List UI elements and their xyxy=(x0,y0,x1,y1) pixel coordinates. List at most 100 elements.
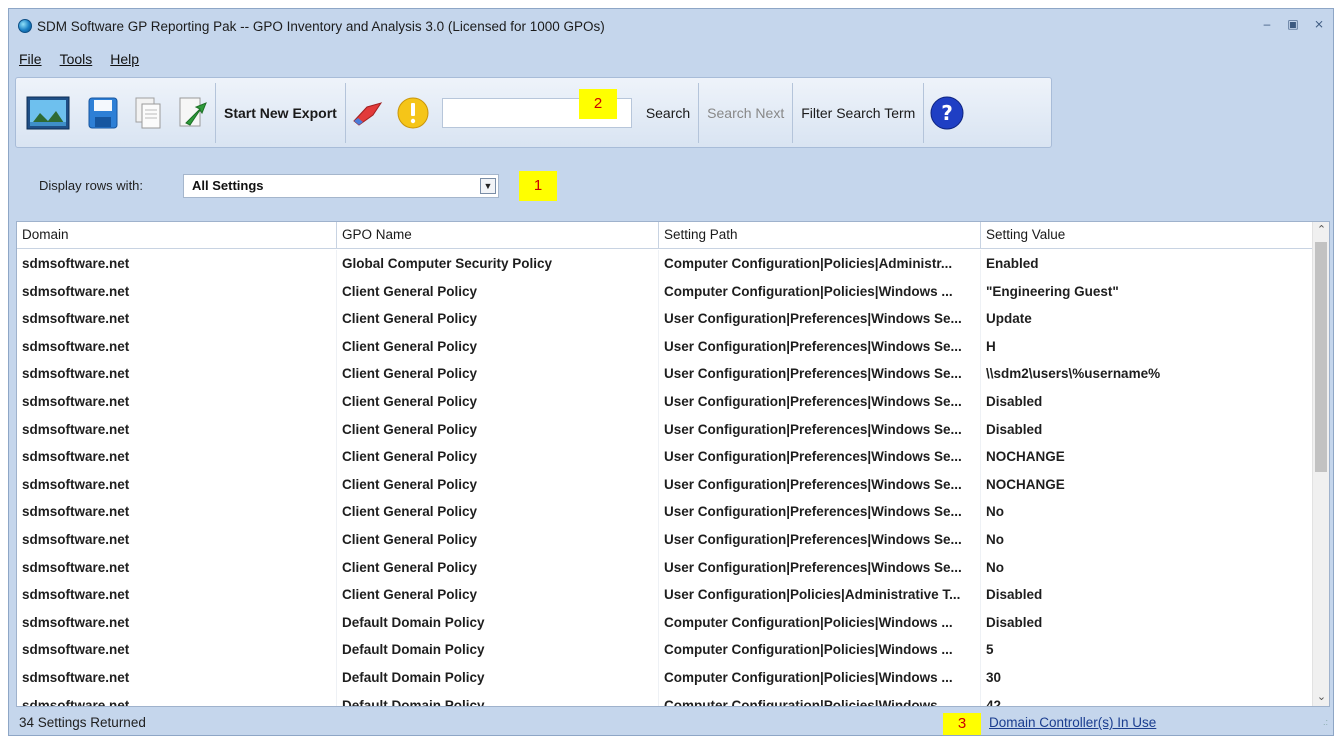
table-cell: User Configuration|Preferences|Windows S… xyxy=(659,305,981,333)
table-row[interactable]: sdmsoftware.net Client General Policy User… xyxy=(17,498,1313,526)
open-image-button[interactable] xyxy=(16,83,80,143)
svg-text:?: ? xyxy=(941,101,953,125)
export-arrow-icon xyxy=(179,97,207,126)
clear-button[interactable] xyxy=(346,83,391,143)
start-new-export-button[interactable]: Start New Export xyxy=(216,83,345,143)
table-cell: User Configuration|Preferences|Windows S… xyxy=(659,360,981,388)
scroll-thumb[interactable] xyxy=(1315,242,1327,472)
table-row[interactable]: sdmsoftware.net Client General Policy User… xyxy=(17,525,1313,554)
table-row[interactable]: sdmsoftware.net Client General Policy User… xyxy=(17,305,1313,333)
filter-row: Display rows with: All Settings ▼ xyxy=(9,169,1333,203)
annotation-marker-1: 1 xyxy=(519,171,557,201)
table-cell: sdmsoftware.net xyxy=(17,636,337,664)
save-button[interactable] xyxy=(80,83,125,143)
table-cell: sdmsoftware.net xyxy=(17,360,337,388)
table-row[interactable]: sdmsoftware.net Client General Policy User… xyxy=(17,387,1313,416)
table-cell: Client General Policy xyxy=(337,498,659,526)
grid-body: sdmsoftware.net Global Computer Security … xyxy=(17,250,1313,706)
table-cell: Client General Policy xyxy=(337,360,659,388)
table-cell: Default Domain Policy xyxy=(337,663,659,692)
column-header-setting-path[interactable]: Setting Path xyxy=(659,222,981,249)
copy-button[interactable] xyxy=(125,83,170,143)
warning-exclamation-icon xyxy=(397,97,429,128)
table-row[interactable]: sdmsoftware.net Client General Policy User… xyxy=(17,581,1313,609)
table-row[interactable]: sdmsoftware.net Client General Policy User… xyxy=(17,360,1313,388)
table-cell: \\sdm2\users\%username% xyxy=(981,360,1313,388)
table-cell: Computer Configuration|Policies|Windows … xyxy=(659,636,981,664)
table-cell: Disabled xyxy=(981,415,1313,444)
table-cell: No xyxy=(981,498,1313,526)
table-cell: Client General Policy xyxy=(337,332,659,361)
filter-label: Display rows with: xyxy=(39,178,144,193)
table-row[interactable]: sdmsoftware.net Global Computer Security … xyxy=(17,250,1313,278)
table-cell: sdmsoftware.net xyxy=(17,443,337,471)
warning-button[interactable] xyxy=(391,83,436,143)
help-question-icon: ? xyxy=(930,96,964,129)
display-rows-select[interactable]: All Settings ▼ xyxy=(183,174,499,198)
domain-controllers-link[interactable]: Domain Controller(s) In Use xyxy=(989,715,1156,730)
table-cell: Client General Policy xyxy=(337,581,659,609)
maximize-icon[interactable]: ▣ xyxy=(1285,17,1301,31)
table-cell: sdmsoftware.net xyxy=(17,553,337,582)
table-cell: "Engineering Guest" xyxy=(981,277,1313,306)
table-cell: sdmsoftware.net xyxy=(17,498,337,526)
floppy-disk-icon xyxy=(88,97,117,128)
settings-grid: Domain GPO Name Setting Path Setting Val… xyxy=(16,221,1330,707)
table-row[interactable]: sdmsoftware.net Client General Policy User… xyxy=(17,443,1313,471)
menu-tools[interactable]: Tools xyxy=(50,51,101,73)
table-row[interactable]: sdmsoftware.net Default Domain Policy Comp… xyxy=(17,608,1313,637)
search-next-button[interactable]: Search Next xyxy=(699,83,792,143)
table-cell: sdmsoftware.net xyxy=(17,305,337,333)
table-row[interactable]: sdmsoftware.net Client General Policy User… xyxy=(17,415,1313,444)
table-cell: Computer Configuration|Policies|Windows … xyxy=(659,663,981,692)
close-icon[interactable]: ⨯ xyxy=(1311,17,1327,31)
resize-grip-icon[interactable]: .: xyxy=(1323,717,1328,727)
table-cell: Client General Policy xyxy=(337,387,659,416)
table-cell: User Configuration|Preferences|Windows S… xyxy=(659,443,981,471)
table-row[interactable]: sdmsoftware.net Client General Policy User… xyxy=(17,470,1313,499)
scroll-down-icon[interactable]: ⌄ xyxy=(1313,689,1329,706)
search-button[interactable]: Search xyxy=(638,83,698,143)
grid-header: Domain GPO Name Setting Path Setting Val… xyxy=(17,222,1313,249)
table-cell: 5 xyxy=(981,636,1313,664)
table-row[interactable]: sdmsoftware.net Default Domain Policy Comp… xyxy=(17,663,1313,692)
menu-help[interactable]: Help xyxy=(100,51,147,73)
copy-pages-icon xyxy=(135,97,160,128)
minimize-icon[interactable]: ‒ xyxy=(1259,17,1275,31)
table-row[interactable]: sdmsoftware.net Default Domain Policy Comp… xyxy=(17,691,1313,706)
table-cell: Client General Policy xyxy=(337,525,659,554)
table-row[interactable]: sdmsoftware.net Default Domain Policy Comp… xyxy=(17,636,1313,664)
table-cell: sdmsoftware.net xyxy=(17,691,337,706)
scroll-up-icon[interactable]: ⌃ xyxy=(1313,222,1329,239)
help-button[interactable]: ? xyxy=(924,83,969,143)
vertical-scrollbar[interactable]: ⌃ ⌄ xyxy=(1312,222,1329,706)
table-cell: H xyxy=(981,332,1313,361)
table-cell: User Configuration|Preferences|Windows S… xyxy=(659,470,981,499)
table-cell: Disabled xyxy=(981,387,1313,416)
export-button[interactable] xyxy=(170,83,215,143)
annotation-marker-2: 2 xyxy=(579,89,617,119)
filter-search-term-button[interactable]: Filter Search Term xyxy=(793,83,923,143)
table-cell: Default Domain Policy xyxy=(337,636,659,664)
column-header-domain[interactable]: Domain xyxy=(17,222,337,249)
table-row[interactable]: sdmsoftware.net Client General Policy User… xyxy=(17,553,1313,582)
column-header-setting-value[interactable]: Setting Value xyxy=(981,222,1313,249)
table-cell: Update xyxy=(981,305,1313,333)
window-controls: ‒ ▣ ⨯ xyxy=(1259,17,1327,31)
table-cell: sdmsoftware.net xyxy=(17,470,337,499)
table-cell: User Configuration|Preferences|Windows S… xyxy=(659,498,981,526)
toolbar: Start New Export Search Search Next Filt… xyxy=(15,77,1052,148)
table-cell: User Configuration|Preferences|Windows S… xyxy=(659,387,981,416)
column-header-gpo-name[interactable]: GPO Name xyxy=(337,222,659,249)
table-row[interactable]: sdmsoftware.net Client General Policy User… xyxy=(17,332,1313,361)
table-cell: Client General Policy xyxy=(337,277,659,306)
table-cell: sdmsoftware.net xyxy=(17,332,337,361)
table-cell: Client General Policy xyxy=(337,470,659,499)
table-cell: User Configuration|Policies|Administrati… xyxy=(659,581,981,609)
table-cell: NOCHANGE xyxy=(981,470,1313,499)
table-cell: User Configuration|Preferences|Windows S… xyxy=(659,525,981,554)
menu-file[interactable]: File xyxy=(9,51,50,73)
table-row[interactable]: sdmsoftware.net Client General Policy Comp… xyxy=(17,277,1313,306)
table-cell: No xyxy=(981,553,1313,582)
chevron-down-icon[interactable]: ▼ xyxy=(480,178,496,194)
